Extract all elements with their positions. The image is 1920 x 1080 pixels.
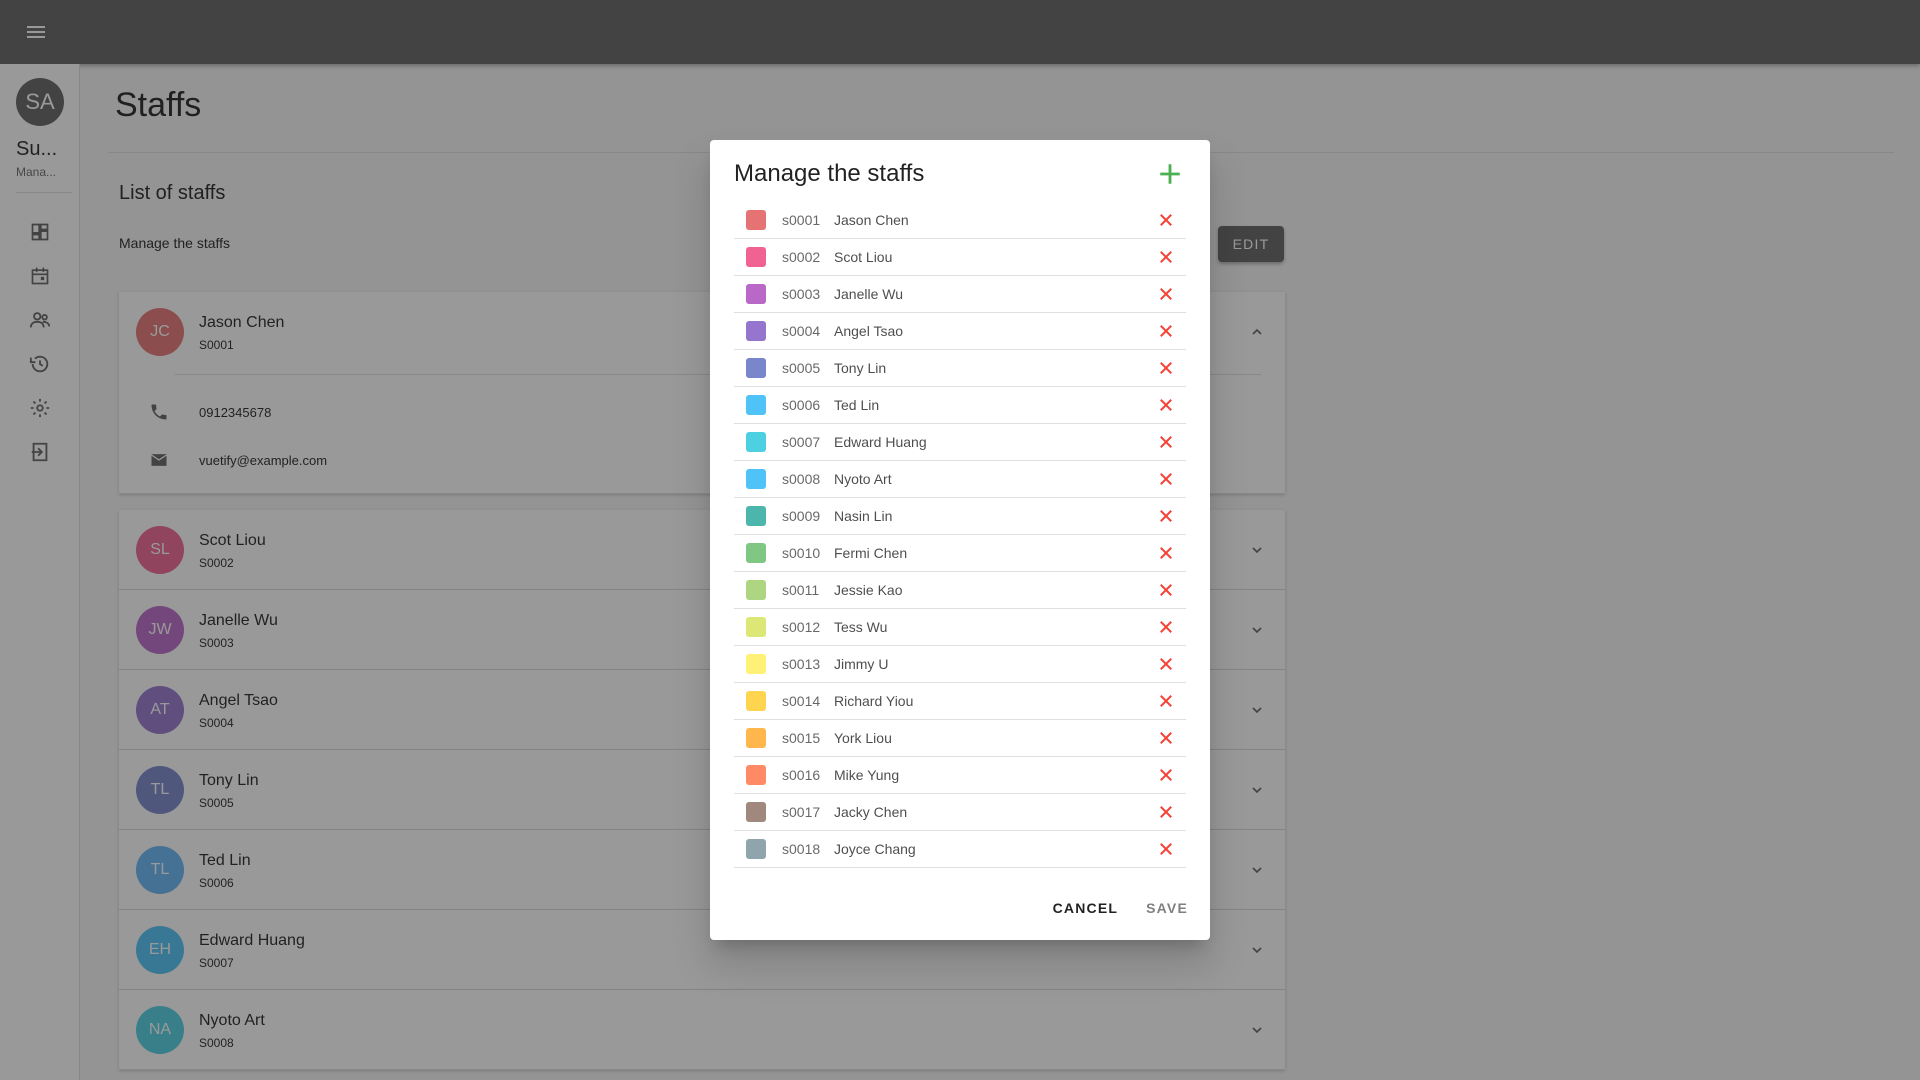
color-swatch[interactable] <box>746 358 766 378</box>
staff-name: Jessie Kao <box>834 582 903 598</box>
staff-name: York Liou <box>834 730 892 746</box>
staff-name: Janelle Wu <box>834 286 904 302</box>
color-swatch[interactable] <box>746 728 766 748</box>
close-icon[interactable] <box>1154 689 1178 713</box>
save-button[interactable]: SAVE <box>1132 890 1202 926</box>
color-swatch[interactable] <box>746 580 766 600</box>
color-swatch[interactable] <box>746 802 766 822</box>
staff-code: s0001 <box>782 212 821 228</box>
color-swatch[interactable] <box>746 321 766 341</box>
close-icon[interactable] <box>1154 615 1178 639</box>
close-icon[interactable] <box>1154 282 1178 306</box>
color-swatch[interactable] <box>746 395 766 415</box>
color-swatch[interactable] <box>746 765 766 785</box>
list-item: s0013 Jimmy U <box>734 646 1186 683</box>
close-icon[interactable] <box>1154 245 1178 269</box>
close-icon[interactable] <box>1154 726 1178 750</box>
dialog-title: Manage the staffs <box>734 160 925 187</box>
staff-code: s0010 <box>782 545 821 561</box>
close-icon[interactable] <box>1154 652 1178 676</box>
list-item: s0015 York Liou <box>734 720 1186 757</box>
close-icon[interactable] <box>1154 319 1178 343</box>
list-item: s0010 Fermi Chen <box>734 535 1186 572</box>
close-icon[interactable] <box>1154 393 1178 417</box>
staff-name: Nasin Lin <box>834 508 893 524</box>
close-icon[interactable] <box>1154 837 1178 861</box>
list-item: s0002 Scot Liou <box>734 239 1186 276</box>
staff-name: Angel Tsao <box>834 323 904 339</box>
staff-name: Mike Yung <box>834 767 900 783</box>
staff-code: s0005 <box>782 360 821 376</box>
plus-icon[interactable] <box>1154 158 1186 190</box>
staff-name: Ted Lin <box>834 397 880 413</box>
manage-staffs-dialog: Manage the staffs s0001 Jason Chen s0002… <box>710 140 1210 940</box>
color-swatch[interactable] <box>746 617 766 637</box>
close-icon[interactable] <box>1154 504 1178 528</box>
list-item: s0004 Angel Tsao <box>734 313 1186 350</box>
staff-name: Tess Wu <box>834 619 888 635</box>
staff-code: s0012 <box>782 619 821 635</box>
color-swatch[interactable] <box>746 839 766 859</box>
staff-code: s0007 <box>782 434 821 450</box>
staff-name: Tony Lin <box>834 360 887 376</box>
staff-code: s0009 <box>782 508 821 524</box>
staff-name: Jason Chen <box>834 212 909 228</box>
close-icon[interactable] <box>1154 430 1178 454</box>
staff-list: s0001 Jason Chen s0002 Scot Liou s0003 J… <box>734 202 1186 868</box>
color-swatch[interactable] <box>746 691 766 711</box>
staff-name: Joyce Chang <box>834 841 916 857</box>
staff-code: s0003 <box>782 286 821 302</box>
list-item: s0014 Richard Yiou <box>734 683 1186 720</box>
close-icon[interactable] <box>1154 541 1178 565</box>
list-item: s0006 Ted Lin <box>734 387 1186 424</box>
close-icon[interactable] <box>1154 208 1178 232</box>
staff-code: s0013 <box>782 656 821 672</box>
staff-code: s0004 <box>782 323 821 339</box>
close-icon[interactable] <box>1154 467 1178 491</box>
list-item: s0007 Edward Huang <box>734 424 1186 461</box>
staff-code: s0006 <box>782 397 821 413</box>
staff-code: s0017 <box>782 804 821 820</box>
color-swatch[interactable] <box>746 654 766 674</box>
color-swatch[interactable] <box>746 506 766 526</box>
staff-name: Nyoto Art <box>834 471 892 487</box>
color-swatch[interactable] <box>746 247 766 267</box>
staff-code: s0015 <box>782 730 821 746</box>
staff-code: s0018 <box>782 841 821 857</box>
color-swatch[interactable] <box>746 432 766 452</box>
close-icon[interactable] <box>1154 763 1178 787</box>
color-swatch[interactable] <box>746 469 766 489</box>
staff-name: Fermi Chen <box>834 545 908 561</box>
close-icon[interactable] <box>1154 356 1178 380</box>
list-item: s0017 Jacky Chen <box>734 794 1186 831</box>
staff-name: Jacky Chen <box>834 804 908 820</box>
color-swatch[interactable] <box>746 210 766 230</box>
staff-code: s0011 <box>782 582 820 598</box>
list-item: s0011 Jessie Kao <box>734 572 1186 609</box>
staff-name: Richard Yiou <box>834 693 914 709</box>
staff-name: Jimmy U <box>834 656 889 672</box>
list-item: s0009 Nasin Lin <box>734 498 1186 535</box>
staff-code: s0014 <box>782 693 821 709</box>
close-icon[interactable] <box>1154 578 1178 602</box>
staff-name: Edward Huang <box>834 434 927 450</box>
staff-code: s0008 <box>782 471 821 487</box>
staff-name: Scot Liou <box>834 249 893 265</box>
color-swatch[interactable] <box>746 543 766 563</box>
list-item: s0005 Tony Lin <box>734 350 1186 387</box>
list-item: s0018 Joyce Chang <box>734 831 1186 868</box>
dialog-actions: CANCEL SAVE <box>1039 890 1202 926</box>
list-item: s0008 Nyoto Art <box>734 461 1186 498</box>
staff-code: s0002 <box>782 249 821 265</box>
list-item: s0001 Jason Chen <box>734 202 1186 239</box>
list-item: s0016 Mike Yung <box>734 757 1186 794</box>
staff-code: s0016 <box>782 767 821 783</box>
list-item: s0012 Tess Wu <box>734 609 1186 646</box>
list-item: s0003 Janelle Wu <box>734 276 1186 313</box>
color-swatch[interactable] <box>746 284 766 304</box>
cancel-button[interactable]: CANCEL <box>1039 890 1133 926</box>
close-icon[interactable] <box>1154 800 1178 824</box>
